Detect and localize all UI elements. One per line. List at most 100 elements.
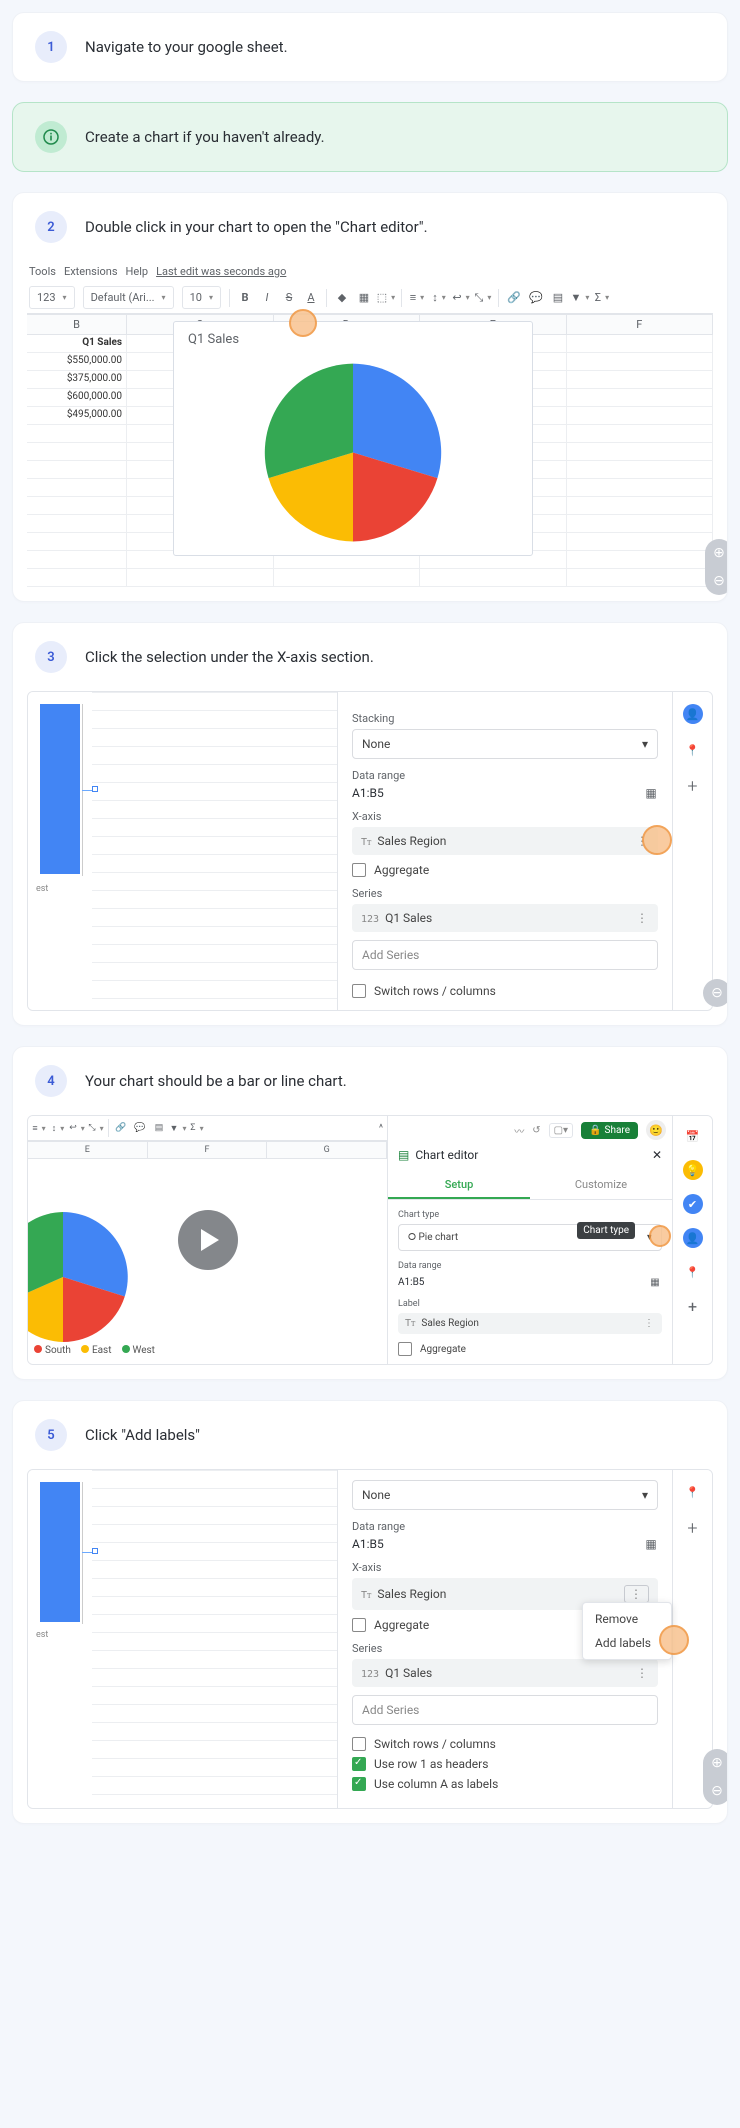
halign-icon[interactable]: ≡ (32, 1121, 46, 1135)
number-format-button[interactable]: 123 (29, 286, 75, 309)
info-callout: Create a chart if you haven't already. (12, 102, 728, 172)
fill-color-icon[interactable]: ◆ (335, 291, 349, 305)
bold-icon[interactable]: B (238, 291, 252, 305)
history-icon[interactable]: ↺ (532, 1125, 540, 1136)
step-1-card: 1 Navigate to your google sheet. (12, 12, 728, 82)
kebab-icon[interactable]: ⋮ (636, 911, 649, 925)
strike-icon[interactable]: S (282, 291, 296, 305)
zoom-out-button[interactable]: ⊖ (703, 1777, 728, 1805)
header-cell[interactable]: Q1 Sales (27, 335, 127, 352)
chart-preview[interactable]: est (28, 1470, 338, 1808)
menu-extensions[interactable]: Extensions (64, 265, 118, 278)
wrap-icon[interactable]: ↩ (70, 1121, 84, 1135)
menu-remove[interactable]: Remove (583, 1607, 671, 1631)
grid-select-icon[interactable]: ▦ (648, 1275, 662, 1289)
text-color-icon[interactable]: A (304, 291, 318, 305)
chart-editor-icon: ▤ (398, 1148, 409, 1162)
add-icon[interactable]: + (683, 1518, 703, 1538)
font-size-selector[interactable]: 10 (182, 286, 221, 309)
comment-icon[interactable]: 💬 (133, 1121, 147, 1135)
stacking-select[interactable]: None▾ (352, 729, 658, 759)
filter-icon[interactable]: ▼ (171, 1121, 185, 1135)
sheet-preview[interactable]: ≡ ↕ ↩ ⤡ 🔗 💬 ▤ ▼ Σ ^ EFG (28, 1116, 388, 1364)
tab-customize[interactable]: Customize (530, 1172, 672, 1199)
chart-type-select[interactable]: ⭘ Pie chart▾ Chart type (398, 1224, 662, 1251)
maps-icon[interactable]: 📍 (683, 740, 703, 760)
halign-icon[interactable]: ≡ (410, 291, 424, 305)
valign-icon[interactable]: ↕ (51, 1121, 65, 1135)
cell[interactable]: $375,000.00 (27, 371, 127, 388)
stacking-select[interactable]: None▾ (352, 1480, 658, 1510)
label-chip[interactable]: TᴛSales Region⋮ (398, 1313, 662, 1334)
play-button[interactable] (178, 1210, 238, 1270)
filter-icon[interactable]: ▼ (573, 291, 587, 305)
avatar[interactable]: 🙂 (646, 1120, 666, 1140)
cell[interactable]: $495,000.00 (27, 407, 127, 424)
use-colA-checkbox[interactable] (352, 1777, 366, 1791)
xaxis-chip[interactable]: TᴛSales Region ⋮ (352, 827, 658, 855)
comment-icon[interactable]: 💬 (529, 291, 543, 305)
embedded-chart[interactable]: Q1 Sales (173, 321, 533, 556)
calendar-icon[interactable]: 📅 (683, 1126, 703, 1146)
insert-chart-icon[interactable]: ▤ (551, 291, 565, 305)
zoom-out-button[interactable]: ⊖ (705, 567, 728, 595)
menu-tools[interactable]: Tools (29, 265, 56, 278)
switch-rows-checkbox[interactable] (352, 1737, 366, 1751)
series-chip[interactable]: 123Q1 Sales ⋮ (352, 904, 658, 932)
last-edit-link[interactable]: Last edit was seconds ago (156, 265, 286, 278)
aggregate-checkbox[interactable] (352, 1618, 366, 1632)
present-icon[interactable]: ▢▾ (549, 1123, 573, 1138)
chart-icon[interactable]: ▤ (152, 1121, 166, 1135)
grid-select-icon[interactable]: ▦ (644, 1537, 658, 1551)
tasks-icon[interactable]: ✔ (683, 1194, 703, 1214)
menu-add-labels[interactable]: Add labels (583, 1631, 671, 1655)
contacts-icon[interactable]: 👤 (683, 1228, 703, 1248)
link-icon[interactable]: 🔗 (507, 291, 521, 305)
link-icon[interactable]: 🔗 (114, 1121, 128, 1135)
valign-icon[interactable]: ↕ (432, 291, 446, 305)
functions-icon[interactable]: Σ (595, 291, 609, 305)
step-number-badge: 4 (35, 1065, 67, 1097)
rotate-icon[interactable]: ⤡ (89, 1121, 103, 1135)
series-chip[interactable]: 123Q1 Sales ⋮ (352, 1659, 658, 1687)
kebab-icon[interactable]: ⋮ (624, 1585, 649, 1603)
maps-icon[interactable]: 📍 (683, 1482, 703, 1502)
wrap-icon[interactable]: ↩ (454, 291, 468, 305)
keep-icon[interactable]: 💡 (683, 1160, 703, 1180)
kebab-icon[interactable]: ⋮ (636, 1666, 649, 1680)
zoom-in-button[interactable]: ⊕ (705, 539, 728, 567)
add-series-button[interactable]: Add Series (352, 1695, 658, 1725)
trend-icon[interactable]: 〰 (514, 1123, 524, 1138)
user-icon[interactable]: 👤 (683, 704, 703, 724)
aggregate-checkbox[interactable] (352, 863, 366, 877)
menu-help[interactable]: Help (126, 265, 149, 278)
step-5-card: 5 Click "Add labels" est None▾ Data rang… (12, 1400, 728, 1824)
close-icon[interactable]: ✕ (652, 1148, 662, 1162)
italic-icon[interactable]: I (260, 291, 274, 305)
switch-rows-checkbox[interactable] (352, 984, 366, 998)
label-datarange: Data range (398, 1261, 662, 1271)
aggregate-checkbox[interactable] (398, 1342, 412, 1356)
col-B[interactable]: B (27, 315, 127, 334)
cell[interactable]: $600,000.00 (27, 389, 127, 406)
tab-setup[interactable]: Setup (388, 1172, 530, 1199)
col-F[interactable]: F (567, 315, 714, 334)
zoom-in-button[interactable]: ⊕ (703, 1749, 728, 1777)
share-button[interactable]: 🔒Share (581, 1122, 638, 1139)
rotate-icon[interactable]: ⤡ (476, 291, 490, 305)
click-marker-icon (649, 1225, 671, 1247)
merge-icon[interactable]: ⬚ (379, 291, 393, 305)
xaxis-menu: Remove Add labels (582, 1602, 672, 1660)
chart-preview[interactable]: est (28, 692, 338, 1010)
grid-select-icon[interactable]: ▦ (644, 786, 658, 800)
cell[interactable]: $550,000.00 (27, 353, 127, 370)
add-icon[interactable]: + (683, 1296, 703, 1316)
font-selector[interactable]: Default (Ari... (83, 286, 174, 309)
zoom-out-button[interactable]: ⊖ (703, 979, 728, 1007)
maps-icon[interactable]: 📍 (683, 1262, 703, 1282)
borders-icon[interactable]: ▦ (357, 291, 371, 305)
functions-icon[interactable]: Σ (190, 1121, 204, 1135)
use-row1-checkbox[interactable] (352, 1757, 366, 1771)
add-series-button[interactable]: Add Series (352, 940, 658, 970)
add-icon[interactable]: + (683, 776, 703, 796)
